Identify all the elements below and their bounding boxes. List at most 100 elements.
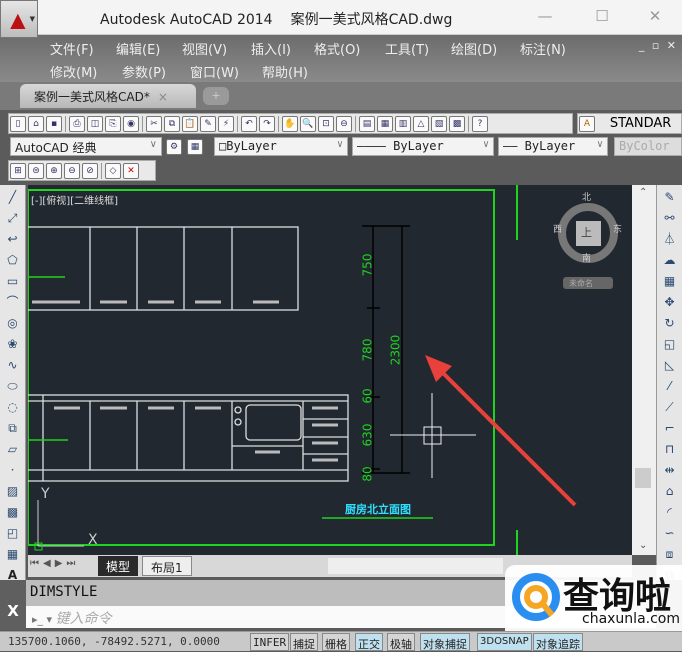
layout-nav-arrows[interactable]: ⏮◀▶⏭ [30, 558, 79, 569]
print-preview-icon[interactable]: ◫ [87, 116, 103, 132]
make-block-icon[interactable]: ▱ [4, 440, 22, 458]
scroll-up-icon[interactable]: ⌃ [639, 187, 647, 198]
explode-icon[interactable]: ⧈ [661, 545, 679, 563]
text-style-icon[interactable]: A [579, 116, 595, 132]
tab-model[interactable]: 模型 [98, 556, 139, 576]
close-button[interactable]: ✕ [645, 7, 665, 25]
linetype-select[interactable]: ———— ByLayer ∨ [352, 137, 494, 156]
command-prompt-icon[interactable]: ▸_ ▾ [32, 613, 56, 626]
chamfer-icon[interactable]: ⌂ [661, 482, 679, 500]
rotate-icon[interactable]: ↻ [661, 314, 679, 332]
insert-block-icon[interactable]: ⧉ [4, 419, 22, 437]
match-properties-icon[interactable]: ✎ [200, 116, 216, 132]
ucs-name-menu[interactable]: 未命名 [569, 278, 593, 289]
break-at-point-icon[interactable]: ⌐ [661, 419, 679, 437]
zoom-window-icon[interactable]: ⊡ [318, 116, 334, 132]
tool-palettes-icon[interactable]: ▥ [395, 116, 411, 132]
ucs-icon[interactable]: ⊞ [10, 163, 26, 179]
text-style-select[interactable]: STANDAR [610, 116, 672, 131]
view-cube-icon[interactable]: ◇ [105, 163, 121, 179]
properties-icon[interactable]: ▤ [359, 116, 375, 132]
design-center-icon[interactable]: ▦ [377, 116, 393, 132]
erase-icon[interactable]: ✎ [661, 188, 679, 206]
minimize-button[interactable]: — [535, 7, 555, 25]
color-select[interactable]: □ByLayer ∨ [214, 137, 348, 156]
lineweight-select[interactable]: —— ByLayer ∨ [498, 137, 608, 156]
undo-icon[interactable]: ↶ [241, 116, 257, 132]
construction-line-icon[interactable]: ⤢ [4, 209, 22, 227]
layer-add-icon[interactable]: ⊕ [46, 163, 62, 179]
paste-icon[interactable]: 📋 [182, 116, 198, 132]
arc-icon[interactable]: ⌒ [4, 293, 22, 311]
save-icon[interactable]: ▪ [46, 116, 62, 132]
zoom-realtime-icon[interactable]: 🔍 [300, 116, 316, 132]
mdi-window-controls[interactable]: _ ▫ ✕ [639, 39, 678, 52]
gradient-icon[interactable]: ▩ [4, 503, 22, 521]
viewcube-top-face[interactable]: 上 [581, 224, 592, 240]
workspace-settings-icon[interactable]: ⚙ [166, 139, 182, 155]
pan-icon[interactable]: ✋ [282, 116, 298, 132]
menu-view[interactable]: 视图(V) [182, 39, 227, 58]
help-icon[interactable]: ? [472, 116, 488, 132]
point-icon[interactable]: · [4, 461, 22, 479]
region-icon[interactable]: ◰ [4, 524, 22, 542]
toggle-snap[interactable]: 捕捉 [290, 633, 318, 651]
toggle-3dosnap[interactable]: 3DOSNAP [477, 633, 532, 651]
close-command-line-icon[interactable]: X [0, 602, 26, 620]
blend-icon[interactable]: ∽ [661, 524, 679, 542]
break-icon[interactable]: ⊓ [661, 440, 679, 458]
compass-north[interactable]: 北 [582, 190, 591, 203]
menu-edit[interactable]: 编辑(E) [116, 39, 160, 58]
scale-icon[interactable]: ◱ [661, 335, 679, 353]
table-icon[interactable]: ▦ [4, 545, 22, 563]
scroll-thumb[interactable] [635, 468, 651, 488]
fillet-icon[interactable]: ◜ [661, 503, 679, 521]
customize-icon[interactable]: ▦ [187, 139, 203, 155]
trim-icon[interactable]: ⁄ [661, 377, 679, 395]
array-icon[interactable]: ▦ [661, 272, 679, 290]
toggle-otrack[interactable]: 对象追踪 [533, 633, 583, 651]
polygon-icon[interactable]: ⬠ [4, 251, 22, 269]
document-tab[interactable]: 案例一美式风格CAD* × [20, 84, 196, 108]
offset-icon[interactable]: ☁ [661, 251, 679, 269]
ellipse-arc-icon[interactable]: ◌ [4, 398, 22, 416]
horizontal-scrollbar[interactable] [328, 558, 503, 574]
compass-east[interactable]: 东 [613, 222, 622, 235]
close-tab-icon[interactable]: × [158, 90, 168, 104]
delete-view-icon[interactable]: ✕ [123, 163, 139, 179]
stretch-icon[interactable]: ◺ [661, 356, 679, 374]
menu-parametric[interactable]: 参数(P) [122, 62, 166, 81]
plot-style-select[interactable]: ByColor [614, 137, 682, 156]
layer-icon[interactable]: ⊜ [28, 163, 44, 179]
compass-west[interactable]: 西 [553, 222, 562, 235]
toggle-polar[interactable]: 极轴 [387, 633, 415, 651]
workspace-select[interactable]: AutoCAD 经典 ∨ [10, 137, 162, 156]
ellipse-icon[interactable]: ⬭ [4, 377, 22, 395]
layer-off-icon[interactable]: ⊘ [82, 163, 98, 179]
revcloud-icon[interactable]: ❀ [4, 335, 22, 353]
menu-format[interactable]: 格式(O) [314, 39, 360, 58]
calculator-icon[interactable]: ▩ [449, 116, 465, 132]
publish-icon[interactable]: ⎘ [105, 116, 121, 132]
move-icon[interactable]: ✥ [661, 293, 679, 311]
menu-file[interactable]: 文件(F) [50, 39, 94, 58]
menu-modify[interactable]: 修改(M) [50, 62, 97, 81]
new-tab-button[interactable]: + [203, 87, 229, 105]
menu-draw[interactable]: 绘图(D) [451, 39, 497, 58]
layer-remove-icon[interactable]: ⊖ [64, 163, 80, 179]
circle-icon[interactable]: ◎ [4, 314, 22, 332]
menu-help[interactable]: 帮助(H) [262, 62, 308, 81]
block-editor-icon[interactable]: ⚡ [218, 116, 234, 132]
scroll-down-icon[interactable]: ⌄ [639, 540, 647, 551]
mirror-icon[interactable]: ⏃ [661, 230, 679, 248]
viewport-controls-label[interactable]: [-][俯视][二维线框] [31, 192, 118, 207]
open-icon[interactable]: ⌂ [28, 116, 44, 132]
print-icon[interactable]: ⎙ [69, 116, 85, 132]
copy-icon[interactable]: ⧉ [164, 116, 180, 132]
toggle-osnap[interactable]: 对象捕捉 [420, 633, 470, 651]
application-menu-button[interactable]: ▲ ▼ [0, 0, 38, 38]
zoom-previous-icon[interactable]: ⊖ [336, 116, 352, 132]
menu-tools[interactable]: 工具(T) [385, 39, 429, 58]
drawing-canvas[interactable]: [-][俯视][二维线框] Y X 北 南 东 西 上 未命名 750 780 … [28, 185, 632, 555]
menu-dimension[interactable]: 标注(N) [520, 39, 566, 58]
